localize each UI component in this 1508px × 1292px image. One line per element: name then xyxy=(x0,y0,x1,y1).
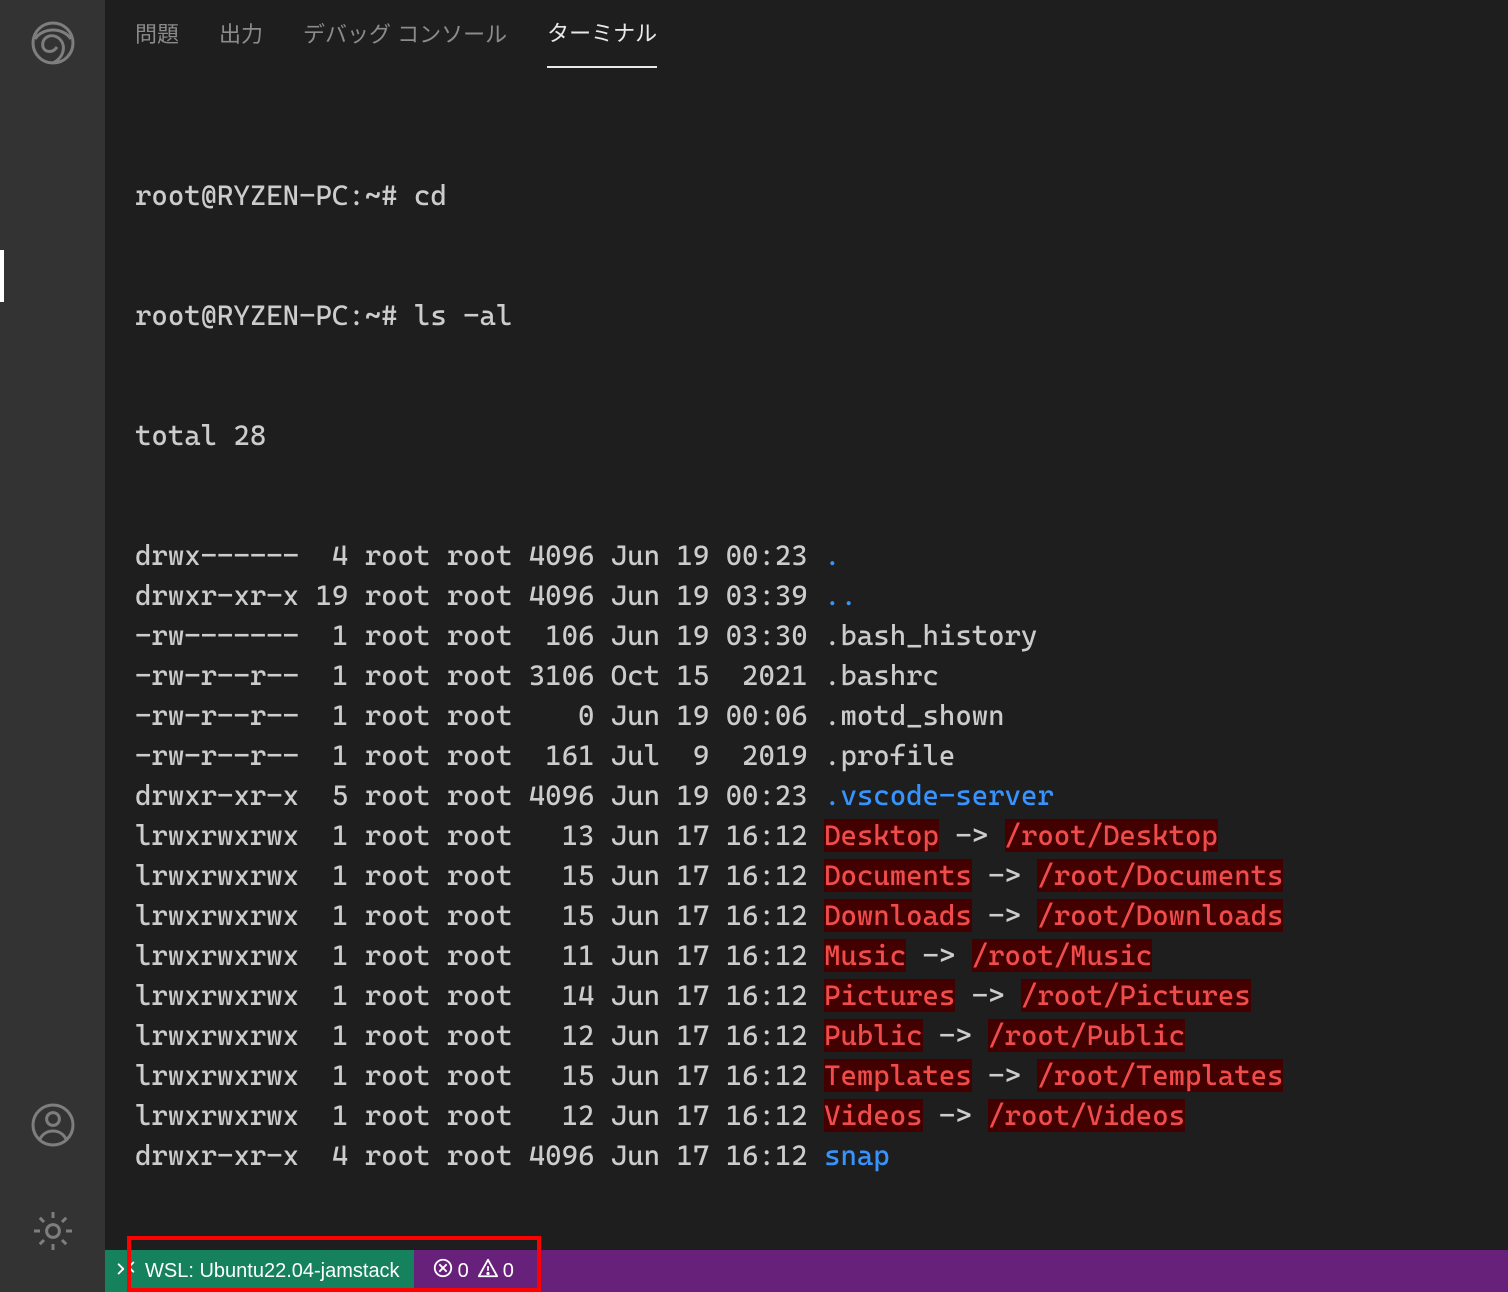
panel-tabs: 問題 出力 デバッグ コンソール ターミナル xyxy=(105,0,1508,66)
terminal-line: lrwxrwxrwx 1 root root 13 Jun 17 16:12 D… xyxy=(135,816,1478,856)
terminal-line: lrwxrwxrwx 1 root root 15 Jun 17 16:12 D… xyxy=(135,856,1478,896)
terminal-line: lrwxrwxrwx 1 root root 15 Jun 17 16:12 D… xyxy=(135,896,1478,936)
terminal-line: -rw-r--r-- 1 root root 0 Jun 19 00:06 .m… xyxy=(135,696,1478,736)
tab-output[interactable]: 出力 xyxy=(219,17,263,67)
terminal-viewport[interactable]: root@RYZEN-PC:~# cd root@RYZEN-PC:~# ls … xyxy=(105,66,1508,1292)
terminal-line: lrwxrwxrwx 1 root root 14 Jun 17 16:12 P… xyxy=(135,976,1478,1016)
terminal-line: lrwxrwxrwx 1 root root 12 Jun 17 16:12 P… xyxy=(135,1016,1478,1056)
account-icon[interactable] xyxy=(22,1094,84,1156)
tab-problems[interactable]: 問題 xyxy=(135,17,179,67)
terminal-line: root@RYZEN-PC:~# cd xyxy=(135,176,1478,216)
panel-area: 問題 出力 デバッグ コンソール ターミナル root@RYZEN-PC:~# … xyxy=(105,0,1508,1292)
terminal-line: drwxr-xr-x 5 root root 4096 Jun 19 00:23… xyxy=(135,776,1478,816)
error-circle-icon xyxy=(432,1257,454,1285)
status-bar: WSL: Ubuntu22.04-jamstack 0 0 xyxy=(105,1250,1508,1292)
terminal-line: -rw------- 1 root root 106 Jun 19 03:30 … xyxy=(135,616,1478,656)
tab-debug-console[interactable]: デバッグ コンソール xyxy=(303,17,507,67)
activity-bar xyxy=(0,0,105,1292)
activity-active-indicator xyxy=(0,250,4,302)
terminal-line: -rw-r--r-- 1 root root 161 Jul 9 2019 .p… xyxy=(135,736,1478,776)
remote-icon xyxy=(115,1257,137,1285)
tab-terminal[interactable]: ターミナル xyxy=(547,16,657,68)
terminal-line: -rw-r--r-- 1 root root 3106 Oct 15 2021 … xyxy=(135,656,1478,696)
status-errors-count: 0 xyxy=(458,1260,469,1283)
status-warnings-count: 0 xyxy=(503,1260,514,1283)
terminal-line: total 28 xyxy=(135,416,1478,456)
terminal-line: lrwxrwxrwx 1 root root 12 Jun 17 16:12 V… xyxy=(135,1096,1478,1136)
terminal-line: root@RYZEN-PC:~# ls -al xyxy=(135,296,1478,336)
terminal-line: lrwxrwxrwx 1 root root 15 Jun 17 16:12 T… xyxy=(135,1056,1478,1096)
terminal-line: drwx------ 4 root root 4096 Jun 19 00:23… xyxy=(135,536,1478,576)
edge-icon[interactable] xyxy=(22,12,84,74)
terminal-line: lrwxrwxrwx 1 root root 11 Jun 17 16:12 M… xyxy=(135,936,1478,976)
warning-triangle-icon xyxy=(477,1257,499,1285)
status-errors[interactable]: 0 xyxy=(432,1257,469,1285)
remote-label: WSL: Ubuntu22.04-jamstack xyxy=(145,1260,400,1283)
terminal-line: drwxr-xr-x 4 root root 4096 Jun 17 16:12… xyxy=(135,1136,1478,1176)
terminal-line: drwxr-xr-x 19 root root 4096 Jun 19 03:3… xyxy=(135,576,1478,616)
remote-indicator[interactable]: WSL: Ubuntu22.04-jamstack xyxy=(105,1250,414,1292)
gear-icon[interactable] xyxy=(22,1200,84,1262)
status-warnings[interactable]: 0 xyxy=(477,1257,514,1285)
